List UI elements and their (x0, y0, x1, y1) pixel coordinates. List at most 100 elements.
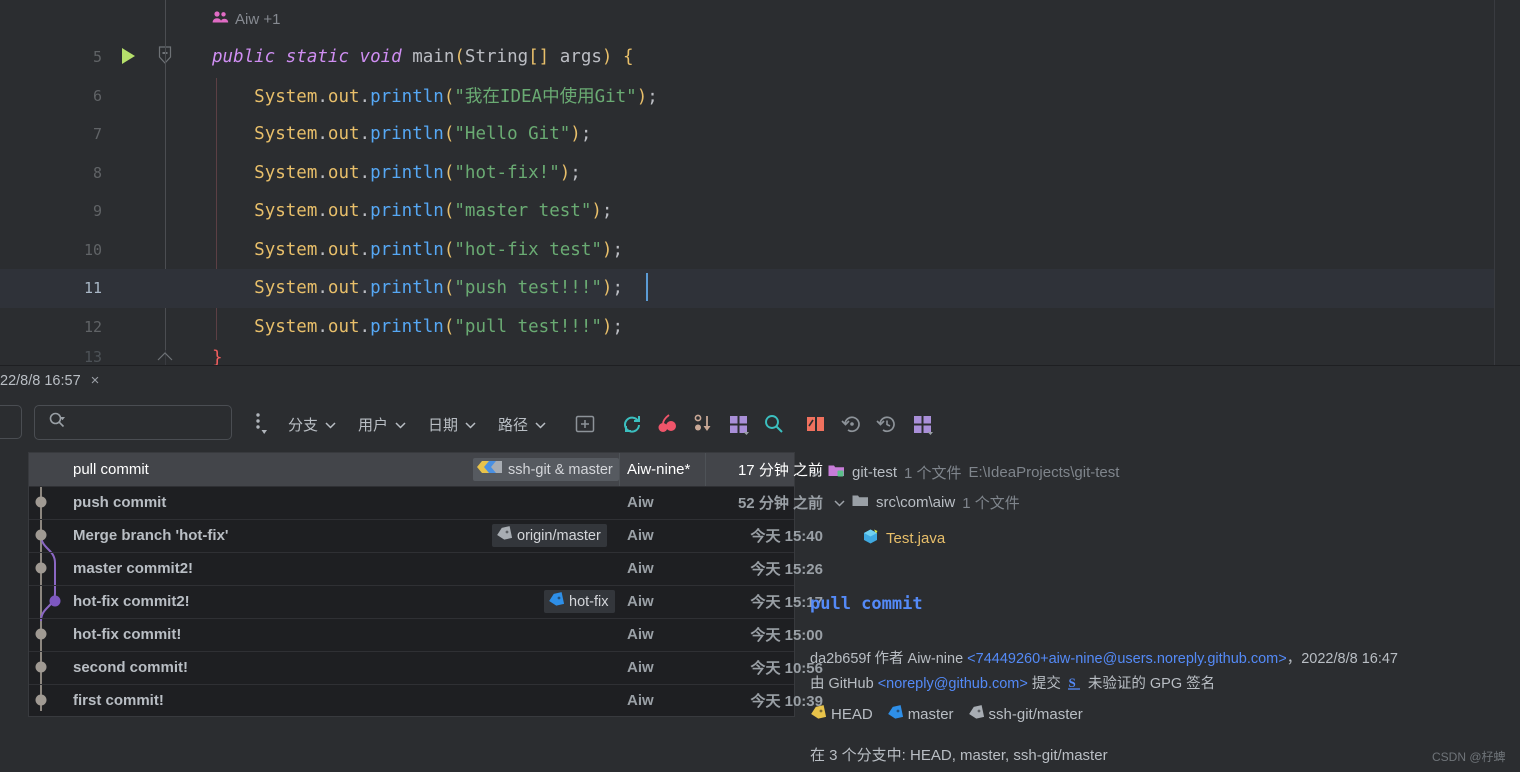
commit-ref-badge[interactable]: hot-fix (544, 590, 615, 613)
tree-item[interactable]: Test.java (862, 528, 945, 549)
branch-ref[interactable]: ssh-git/master (968, 705, 1083, 724)
people-icon (212, 10, 229, 28)
line-number-9: 9 (92, 202, 102, 221)
code-text-6: System.out.println("我在IDEA中使用Git"); (254, 87, 658, 108)
chevron-down-icon[interactable] (834, 496, 845, 510)
column-separator[interactable] (705, 453, 706, 486)
layout-icon[interactable] (908, 409, 938, 439)
chevron-down-icon (535, 416, 546, 433)
commit-ref-label: origin/master (517, 527, 601, 544)
expand-all-icon[interactable] (570, 409, 600, 439)
search-icon[interactable] (759, 409, 789, 439)
code-line-11[interactable]: 11 System.out.println("push test!!!"); (0, 269, 1494, 308)
table-row[interactable]: first commit! Aiw 今天 10:39 (29, 684, 823, 717)
watermark: CSDN @杍蜱 (1432, 750, 1506, 764)
tree-item-count: 1 个文件 (904, 465, 962, 482)
tree-item-label: src\com\aiw (876, 494, 956, 511)
code-editor[interactable]: Aiw +1 5 public static void main(String[]… (0, 0, 1520, 366)
gpg-signature-icon: S (1066, 675, 1083, 700)
tree-item-label: Test.java (886, 530, 946, 547)
table-row[interactable]: push commit Aiw 52 分钟 之前 (29, 486, 823, 519)
code-line-7[interactable]: 7 System.out.println("Hello Git"); (0, 115, 1494, 154)
table-row[interactable]: pull commit ssh-git & master Aiw-nine* 17 分… (29, 453, 823, 486)
code-text-10: System.out.println("hot-fix test"); (254, 239, 623, 260)
chevron-down-icon (325, 416, 336, 433)
table-row[interactable]: hot-fix commit2! hot-fix Aiw 今天 15:17 (29, 585, 823, 618)
commit-ref-badge[interactable]: origin/master (492, 524, 607, 547)
author-email-link[interactable]: <74449260+aiw-nine@users.noreply.github.… (967, 651, 1287, 667)
search-dropdown-icon[interactable] (48, 411, 67, 435)
user-filter[interactable]: 用户 (358, 409, 406, 439)
table-row[interactable]: second commit! Aiw 今天 10:56 (29, 651, 823, 684)
table-row[interactable]: hot-fix commit! Aiw 今天 15:00 (29, 618, 823, 651)
tree-item[interactable]: git-test 1 个文件 E:\IdeaProjects\git-test (810, 462, 1119, 483)
commit-author: Aiw (627, 527, 654, 544)
code-line-12[interactable]: 12 System.out.println("pull test!!!"); (0, 308, 1494, 347)
code-line-10[interactable]: 10 System.out.println("hot-fix test"); (0, 231, 1494, 270)
folder-icon (852, 493, 869, 512)
line-number-5: 5 (92, 48, 102, 67)
commit-ref-label: hot-fix (569, 593, 609, 610)
line-number-6: 6 (92, 86, 102, 105)
path-filter[interactable]: 路径 (498, 409, 546, 439)
search-input[interactable] (34, 405, 232, 440)
commit-subject: pull commit (73, 461, 149, 478)
table-row[interactable]: Merge branch 'hot-fix' origin/master Aiw 今天… (29, 519, 823, 552)
sidebar-stub-button[interactable] (0, 405, 22, 439)
branch-filter[interactable]: 分支 (288, 409, 336, 439)
commit-author: Aiw (627, 659, 654, 676)
tree-item-path: E:\IdeaProjects\git-test (968, 464, 1120, 481)
code-line-8[interactable]: 8 System.out.println("hot-fix!"); (0, 154, 1494, 193)
chevron-down-icon[interactable] (810, 466, 821, 480)
show-details-icon[interactable] (724, 409, 754, 439)
commit-subject: hot-fix commit2! (73, 593, 190, 610)
code-line-6[interactable]: 6 System.out.println("我在IDEA中使用Git"); (0, 77, 1494, 116)
code-text-9: System.out.println("master test"); (254, 201, 613, 222)
commit-date-text: ，2022/8/8 16:47 (1286, 651, 1398, 667)
more-options-icon[interactable] (250, 411, 270, 437)
log-tab-label: 22/8/8 16:57 (0, 372, 81, 389)
commit-subject: second commit! (73, 659, 189, 676)
branch-ref[interactable]: HEAD (810, 705, 873, 724)
revert-icon[interactable] (837, 409, 867, 439)
tree-item-label: git-test (852, 464, 898, 481)
code-line-partial: 13 } (0, 348, 1494, 366)
branch-ref[interactable]: master (887, 705, 954, 724)
sort-icon[interactable] (688, 409, 718, 439)
branch-ref-label: master (907, 706, 954, 723)
committer-email-link[interactable]: <noreply@github.com> (878, 676, 1028, 692)
committer-prefix: 由 GitHub (810, 676, 878, 692)
code-line-9[interactable]: 9 System.out.println("master test"); (0, 192, 1494, 231)
blame-annotation-row: Aiw +1 (0, 0, 1494, 38)
branch-ref-label: ssh-git/master (988, 706, 1083, 723)
commit-author: Aiw (627, 692, 654, 709)
blame-annotation[interactable]: Aiw +1 (212, 10, 280, 28)
gpg-status-text: 未验证的 GPG 签名 (1087, 676, 1216, 692)
column-separator[interactable] (619, 453, 620, 486)
user-filter-label: 用户 (358, 416, 389, 434)
date-filter[interactable]: 日期 (428, 409, 476, 439)
commit-ref-badge[interactable]: ssh-git & master (473, 458, 619, 481)
commit-subject: Merge branch 'hot-fix' (73, 527, 229, 544)
history-icon[interactable] (872, 409, 902, 439)
cherry-pick-icon[interactable] (653, 409, 683, 439)
path-filter-label: 路径 (498, 416, 529, 434)
closing-brace: } (212, 348, 223, 366)
editor-scrollbar-strip[interactable] (1494, 0, 1520, 366)
code-text-5: public static void main(String[] args) { (212, 47, 634, 68)
text-caret (646, 273, 648, 301)
code-line-5[interactable]: 5 public static void main(String[] args) … (0, 38, 1494, 77)
log-toolbar: 分支 用户 日期 路径 (0, 398, 1520, 452)
branch-filter-label: 分支 (288, 416, 319, 434)
branch-ref-label: HEAD (831, 706, 873, 723)
commit-author-line: da2b659f 作者 Aiw-nine <74449260+aiw-nine@… (810, 647, 1520, 672)
refresh-icon[interactable] (617, 409, 647, 439)
chevron-down-icon (395, 416, 406, 433)
log-tab[interactable]: 22/8/8 16:57 × (0, 372, 99, 389)
tree-item[interactable]: src\com\aiw 1 个文件 (834, 492, 1020, 513)
commit-author: Aiw-nine* (627, 461, 691, 478)
compare-icon[interactable] (801, 409, 831, 439)
commit-list[interactable]: pull commit ssh-git & master Aiw-nine* 17 分… (28, 452, 823, 717)
close-icon[interactable]: × (91, 372, 100, 389)
table-row[interactable]: master commit2! Aiw 今天 15:26 (29, 552, 823, 585)
